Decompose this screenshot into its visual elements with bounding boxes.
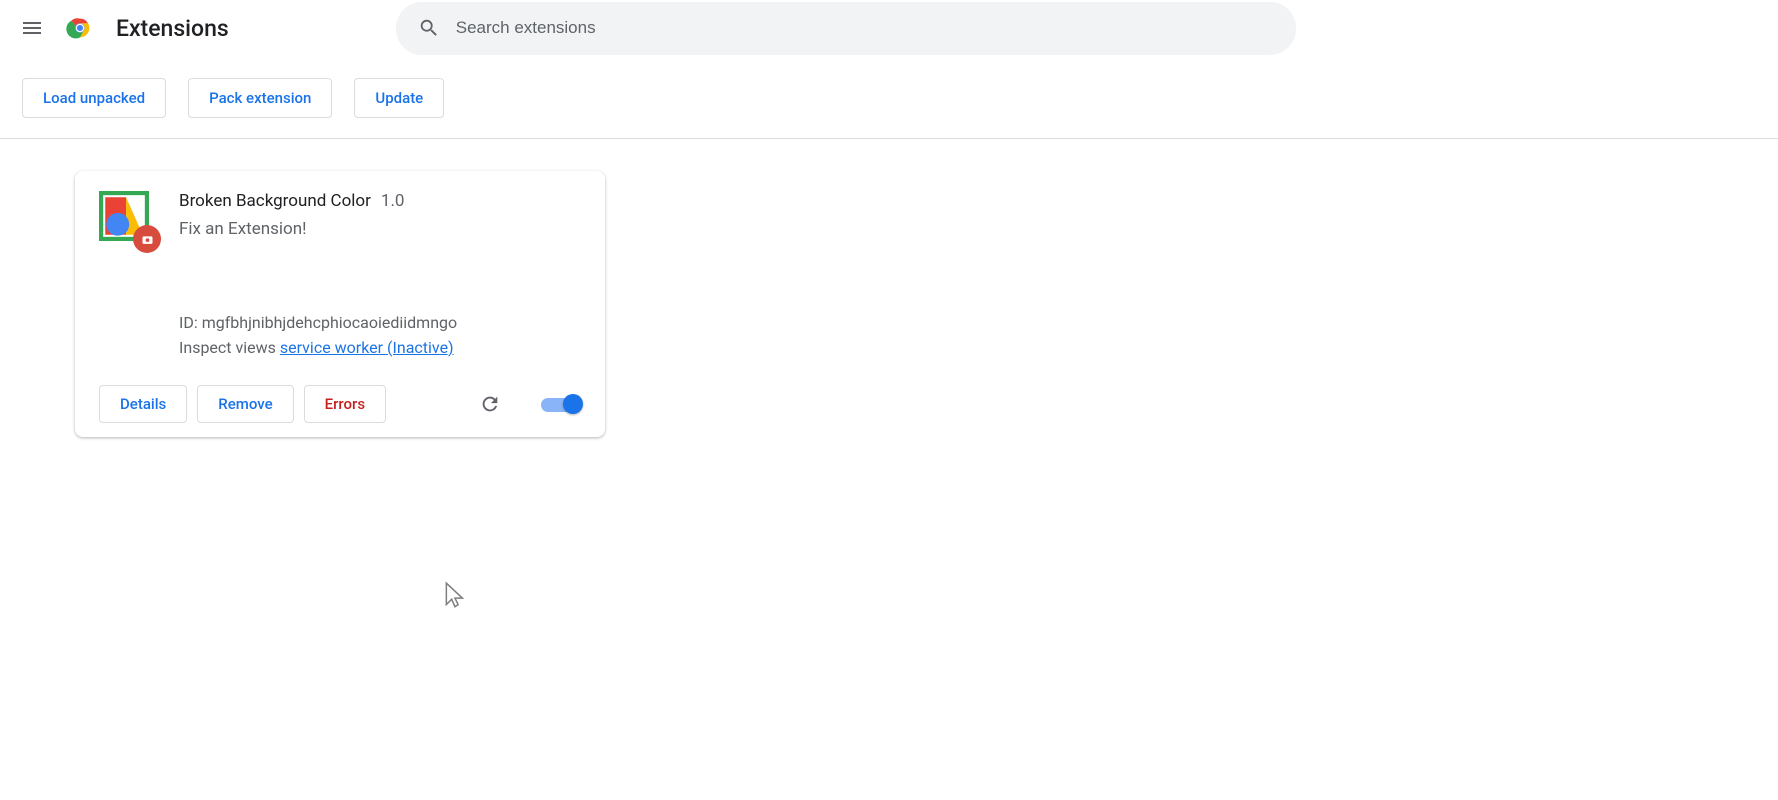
extension-card: Broken Background Color 1.0 Fix an Exten… — [75, 171, 605, 437]
extension-version: 1.0 — [381, 191, 405, 211]
cursor-icon — [443, 581, 469, 611]
page-title: Extensions — [116, 15, 229, 42]
extension-id-label: ID: — [179, 313, 198, 332]
pack-extension-button[interactable]: Pack extension — [188, 78, 332, 118]
inspect-service-worker-link[interactable]: service worker (Inactive) — [280, 338, 454, 357]
enable-toggle[interactable] — [541, 393, 581, 415]
remove-button[interactable]: Remove — [197, 385, 293, 423]
chrome-logo-icon — [66, 14, 94, 42]
extension-id: mgfbhjnibhjdehcphiocaoiediidmngo — [202, 313, 457, 332]
menu-button[interactable] — [20, 16, 44, 40]
load-unpacked-button[interactable]: Load unpacked — [22, 78, 166, 118]
inspect-views-label: Inspect views — [179, 338, 276, 357]
update-button[interactable]: Update — [354, 78, 444, 118]
extension-meta: ID: mgfbhjnibhjdehcphiocaoiediidmngo Ins… — [179, 311, 581, 361]
search-icon — [418, 17, 440, 39]
errors-button[interactable]: Errors — [304, 385, 386, 423]
extensions-grid: Broken Background Color 1.0 Fix an Exten… — [0, 139, 1778, 437]
search-input[interactable] — [456, 18, 1274, 38]
reload-button[interactable] — [479, 393, 501, 415]
extension-name: Broken Background Color — [179, 191, 371, 211]
toolbar: Extensions — [0, 0, 1778, 56]
dev-actions-row: Load unpacked Pack extension Update — [0, 56, 1778, 139]
details-button[interactable]: Details — [99, 385, 187, 423]
error-badge-icon — [133, 225, 161, 253]
extension-description: Fix an Extension! — [179, 219, 404, 239]
search-bar[interactable] — [396, 2, 1296, 55]
hamburger-icon — [20, 16, 44, 40]
extension-icon-wrap — [99, 191, 149, 241]
